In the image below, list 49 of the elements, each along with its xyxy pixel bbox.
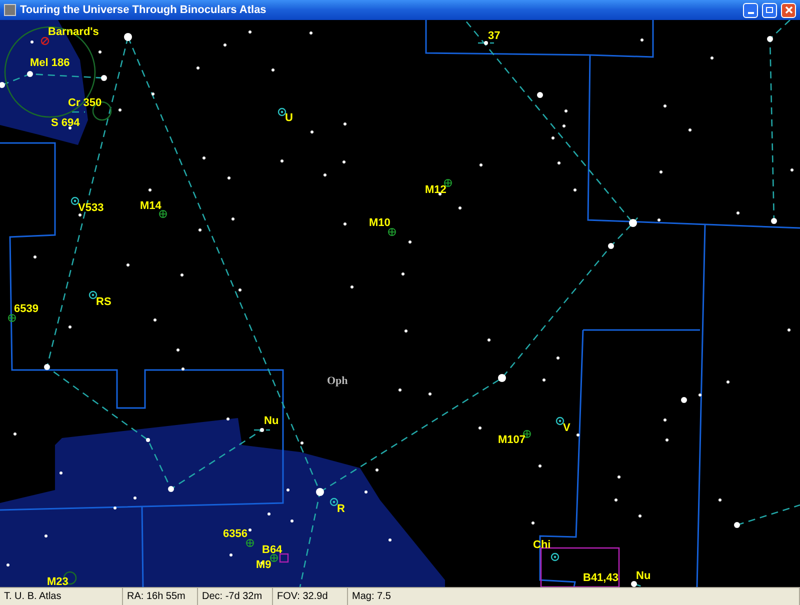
crosshair-circle-icon <box>8 314 16 322</box>
galaxy-marker-icon <box>40 36 50 46</box>
object-label: M9 <box>256 560 272 571</box>
object-label: Nu <box>264 416 279 427</box>
variable-star-icon <box>556 416 564 426</box>
minimize-button[interactable] <box>743 2 758 18</box>
status-bar-cell: FOV: 32.9d <box>273 588 348 605</box>
object-label: V533 <box>78 203 104 214</box>
object-label: Barnard's <box>48 27 99 38</box>
crosshair-circle-icon <box>159 210 167 218</box>
object-label: 6539 <box>14 304 38 315</box>
object-label: 6356 <box>223 529 248 540</box>
nebula-square-icon <box>279 553 289 563</box>
status-bar-cell: RA: 16h 55m <box>123 588 198 605</box>
variable-star-icon <box>330 498 338 506</box>
variable-star-icon <box>278 108 286 116</box>
object-label: RS <box>96 297 112 308</box>
restore-button[interactable] <box>762 2 777 18</box>
crosshair-circle-icon <box>523 430 531 438</box>
object-label: B41,43 <box>583 573 618 584</box>
crosshair-circle-icon <box>270 554 278 562</box>
object-label: 37 <box>488 31 500 42</box>
close-icon <box>784 6 792 14</box>
constellation-label: Oph <box>327 376 348 387</box>
close-button[interactable] <box>781 2 796 18</box>
object-label: V <box>563 423 570 434</box>
object-label: M10 <box>369 218 390 229</box>
window-title: Touring the Universe Through Binoculars Atlas <box>20 2 268 18</box>
object-label: M12 <box>425 185 446 196</box>
app-icon <box>4 4 16 16</box>
status-bar-cell: T. U. B. Atlas <box>0 588 123 605</box>
object-label: Mel 186 <box>30 58 70 69</box>
crosshair-circle-icon <box>388 228 396 236</box>
crosshair-circle-icon <box>444 179 452 187</box>
variable-star-icon <box>550 552 560 562</box>
object-label: S 694 <box>51 118 80 129</box>
object-label: M14 <box>140 201 162 212</box>
object-label: M23 <box>47 577 68 588</box>
variable-star-icon <box>70 196 80 206</box>
object-label: B64 <box>262 545 282 556</box>
status-bar-cell: Mag: 7.5 <box>348 588 800 605</box>
object-label: Nu <box>636 571 651 582</box>
status-bar-cell: Dec: -7d 32m <box>198 588 273 605</box>
object-label: U <box>285 113 293 124</box>
crosshair-circle-icon <box>246 539 254 547</box>
object-label: R <box>337 504 345 515</box>
object-label: Cr 350 <box>68 98 102 109</box>
object-label: M107 <box>498 435 526 446</box>
variable-star-icon <box>88 290 98 300</box>
